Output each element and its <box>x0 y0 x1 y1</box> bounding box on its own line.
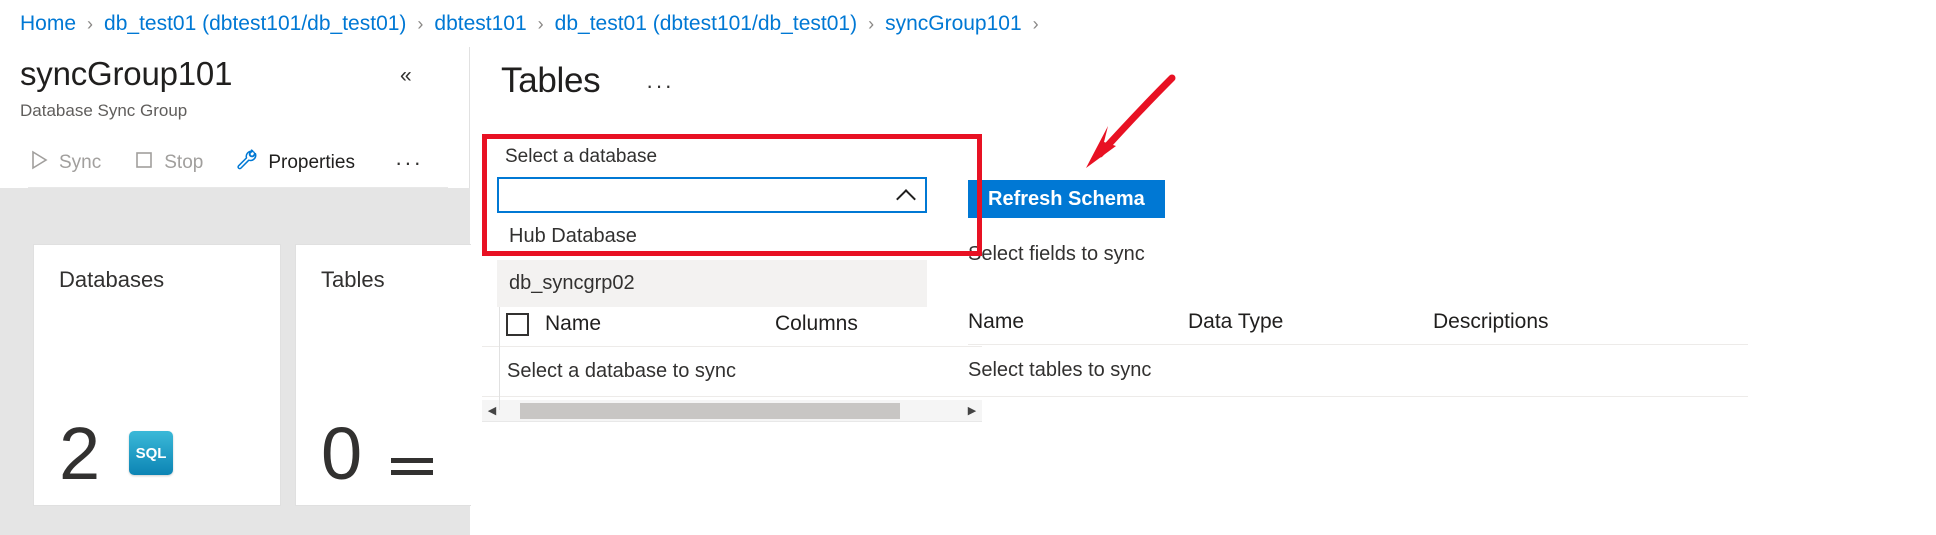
stop-icon <box>133 149 155 177</box>
database-option-hub-database[interactable]: Hub Database <box>497 213 927 260</box>
tables-grid-empty-row: Select a database to sync <box>482 347 982 397</box>
properties-button-label: Properties <box>268 152 355 173</box>
tiles-container: Databases 2 SQL Tables 0 <box>0 188 543 535</box>
lines-icon <box>391 458 433 475</box>
tile-databases-title: Databases <box>59 267 165 292</box>
sync-button-label: Sync <box>59 152 102 173</box>
fields-grid-column-data-type: Data Type <box>1188 310 1284 333</box>
properties-button[interactable]: Properties <box>235 143 369 183</box>
scroll-right-icon[interactable]: ▶ <box>962 400 982 422</box>
tile-tables-value: 0 <box>321 412 363 495</box>
fields-grid-column-name: Name <box>968 310 1025 333</box>
page-subtitle: Database Sync Group <box>20 101 188 120</box>
more-commands-button[interactable]: ··· <box>387 152 431 174</box>
fields-grid-column-descriptions: Descriptions <box>1433 310 1549 333</box>
wrench-icon <box>235 148 259 178</box>
chevron-up-icon[interactable] <box>897 186 915 204</box>
database-option-db-syncgrp02[interactable]: db_syncgrp02 <box>497 260 927 307</box>
select-all-tables-checkbox[interactable] <box>506 312 529 336</box>
breadcrumb-separator: › <box>868 13 875 34</box>
play-icon <box>28 149 50 177</box>
stop-button-label: Stop <box>164 152 204 173</box>
collapse-blade-button[interactable]: « <box>400 65 412 86</box>
breadcrumb-item-dbtest101[interactable]: dbtest101 <box>434 12 526 36</box>
breadcrumb-item-home[interactable]: Home <box>20 12 76 36</box>
fields-grid-header: Name Data Type Descriptions <box>968 300 1748 345</box>
fields-grid-empty-row: Select tables to sync <box>968 345 1748 397</box>
database-combobox[interactable] <box>497 177 927 213</box>
scrollbar-track[interactable] <box>502 400 962 422</box>
stop-button[interactable]: Stop <box>133 143 217 183</box>
breadcrumb-separator: › <box>1032 13 1039 34</box>
refresh-schema-button[interactable]: Refresh Schema <box>968 180 1165 218</box>
tile-databases[interactable]: Databases 2 SQL <box>33 244 281 506</box>
sql-database-icon: SQL <box>129 431 173 475</box>
breadcrumb-item-syncgroup101[interactable]: syncGroup101 <box>885 12 1022 36</box>
azure-portal-screen: Home › db_test01 (dbtest101/db_test01) ›… <box>0 0 1936 535</box>
page-title: syncGroup101 <box>20 55 233 92</box>
fields-caption: Select fields to sync <box>968 243 1145 265</box>
breadcrumb: Home › db_test01 (dbtest101/db_test01) ›… <box>0 0 1936 47</box>
sql-badge-label: SQL <box>129 431 173 475</box>
tables-grid-header: Name Columns <box>482 302 982 347</box>
database-picker-label: Select a database <box>505 146 658 167</box>
breadcrumb-separator: › <box>87 13 94 34</box>
breadcrumb-separator: › <box>417 13 424 34</box>
database-combobox-input[interactable] <box>509 179 897 211</box>
tables-more-button[interactable]: ··· <box>646 75 674 97</box>
database-options-list: Hub Database db_syncgrp02 <box>497 213 927 307</box>
tile-databases-value: 2 <box>59 412 101 495</box>
tables-grid-column-name: Name <box>545 312 602 335</box>
tile-tables-title: Tables <box>321 267 385 292</box>
breadcrumb-separator: › <box>537 13 544 34</box>
breadcrumb-item-db-test01-2[interactable]: db_test01 (dbtest101/db_test01) <box>555 12 857 36</box>
tables-grid-horizontal-scrollbar[interactable]: ◀ ▶ <box>482 400 982 422</box>
tables-title: Tables <box>501 61 601 100</box>
sync-group-blade: syncGroup101 Database Sync Group « Sync … <box>0 47 543 535</box>
scrollbar-thumb[interactable] <box>520 402 900 419</box>
sync-button[interactable]: Sync <box>28 143 115 183</box>
breadcrumb-item-db-test01-1[interactable]: db_test01 (dbtest101/db_test01) <box>104 12 406 36</box>
command-bar: Sync Stop Properties ··· <box>0 139 470 187</box>
database-picker: Select a database Hub Database db_syncgr… <box>497 138 927 307</box>
tables-grid-column-columns: Columns <box>775 312 858 335</box>
